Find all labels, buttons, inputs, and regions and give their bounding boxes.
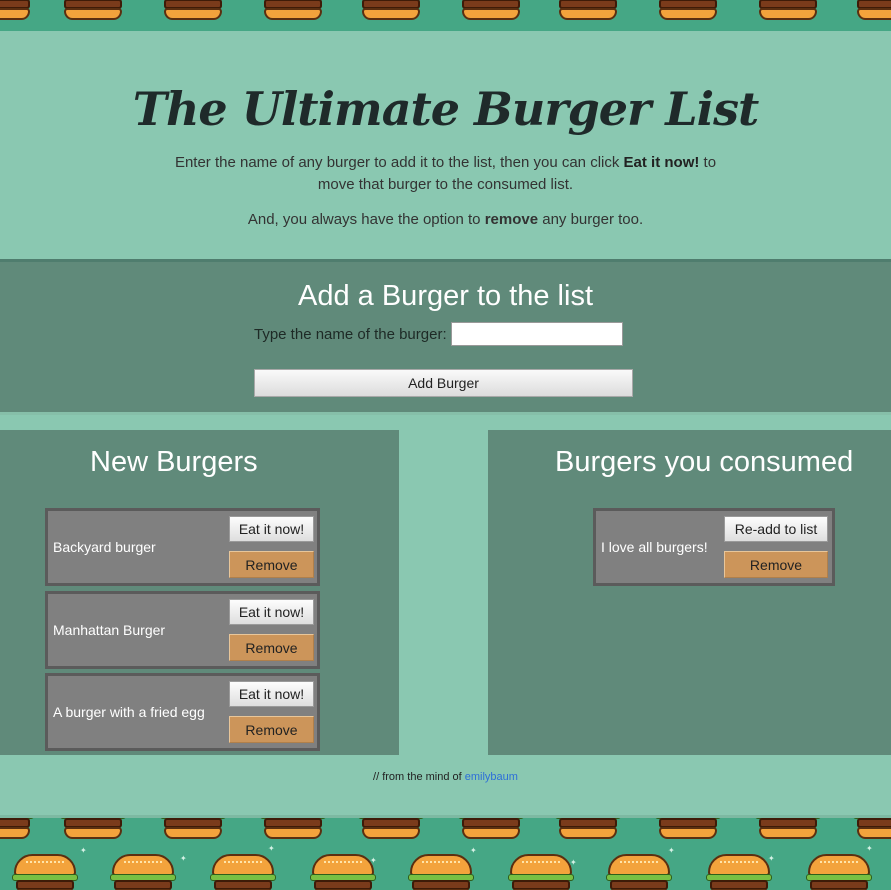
author-link[interactable]: emilybaum	[465, 771, 518, 783]
burger-icon	[855, 0, 891, 31]
sparkle-icon: ✦	[268, 844, 275, 853]
intro-text: Enter the name of any burger to add it t…	[166, 152, 726, 196]
footer-prefix: // from the mind of	[373, 771, 465, 783]
burger-name: Backyard burger	[53, 539, 156, 555]
burger-icon	[310, 854, 376, 890]
burger-pattern-top	[0, 0, 891, 31]
burger-card: A burger with a fried egg Eat it now! Re…	[45, 673, 320, 751]
remove-button[interactable]: Remove	[229, 551, 314, 578]
add-burger-button[interactable]: Add Burger	[254, 369, 633, 397]
sparkle-icon: ✦	[80, 846, 87, 855]
burger-icon	[508, 854, 574, 890]
burger-icon	[853, 818, 891, 850]
new-burgers-heading: New Burgers	[90, 446, 258, 478]
burger-icon	[162, 0, 224, 31]
page-title: The Ultimate Burger List	[132, 82, 759, 136]
consumed-burgers-panel: Burgers you consumed I love all burgers!…	[488, 430, 891, 755]
burger-icon	[0, 0, 32, 31]
burger-icon	[755, 818, 821, 850]
eat-it-now-button[interactable]: Eat it now!	[229, 681, 314, 707]
burger-icon	[360, 0, 422, 31]
sparkle-icon: ✦	[180, 854, 187, 863]
add-burger-section: Add a Burger to the list Type the name o…	[0, 262, 891, 412]
burger-icon	[62, 0, 124, 31]
burger-name-label: Type the name of the burger:	[254, 325, 447, 343]
burger-icon	[555, 818, 621, 850]
burger-icon	[110, 854, 176, 890]
burger-icon	[806, 854, 872, 890]
burger-icon	[0, 818, 34, 850]
sparkle-icon: ✦	[768, 854, 775, 863]
burger-icon	[460, 0, 522, 31]
intro-text-secondary: And, you always have the option to remov…	[0, 211, 891, 228]
remove-button[interactable]: Remove	[229, 634, 314, 661]
remove-button[interactable]: Remove	[724, 551, 828, 578]
sparkle-icon: ✦	[470, 846, 477, 855]
burger-lists: New Burgers Backyard burger Eat it now! …	[0, 415, 891, 755]
sparkle-icon: ✦	[866, 844, 873, 853]
burger-icon	[160, 818, 226, 850]
add-burger-heading: Add a Burger to the list	[298, 280, 593, 312]
page-header: The Ultimate Burger List Enter the name …	[0, 31, 891, 259]
intro-text-part: Enter the name of any burger to add it t…	[174, 154, 624, 171]
burger-card: Backyard burger Eat it now! Remove	[45, 508, 320, 586]
footer-credit: // from the mind of emilybaum	[0, 771, 891, 783]
burger-icon	[358, 818, 424, 850]
burger-icon	[655, 818, 721, 850]
burger-name-input[interactable]	[450, 322, 623, 346]
burger-icon	[60, 818, 126, 850]
consumed-burgers-heading: Burgers you consumed	[555, 446, 854, 478]
burger-icon	[657, 0, 719, 31]
burger-icon	[210, 854, 276, 890]
intro-text-part: And, you always have the option to	[247, 211, 485, 228]
new-burgers-panel: New Burgers Backyard burger Eat it now! …	[0, 430, 399, 755]
burger-pattern-bottom: ✦ ✦ ✦ ✦ ✦ ✦ ✦ ✦ ✦	[0, 818, 891, 890]
burger-name: Manhattan Burger	[53, 622, 166, 638]
intro-text-bold: remove	[484, 211, 539, 228]
burger-icon	[12, 854, 78, 890]
burger-name: I love all burgers!	[601, 539, 708, 555]
burger-icon	[757, 0, 819, 31]
burger-name: A burger with a fried egg	[53, 704, 205, 720]
remove-button[interactable]: Remove	[229, 716, 314, 743]
burger-icon	[606, 854, 672, 890]
burger-card: I love all burgers! Re-add to list Remov…	[593, 508, 835, 586]
sparkle-icon: ✦	[370, 856, 377, 865]
sparkle-icon: ✦	[570, 858, 577, 867]
sparkle-icon: ✦	[668, 846, 675, 855]
burger-card: Manhattan Burger Eat it now! Remove	[45, 591, 320, 669]
burger-icon	[557, 0, 619, 31]
burger-icon	[706, 854, 772, 890]
add-burger-row: Type the name of the burger:	[254, 320, 623, 348]
re-add-to-list-button[interactable]: Re-add to list	[724, 516, 828, 542]
intro-text-part: any burger too.	[538, 211, 644, 228]
page-footer: // from the mind of emilybaum	[0, 755, 891, 815]
eat-it-now-button[interactable]: Eat it now!	[229, 599, 314, 625]
intro-text-bold: Eat it now!	[623, 154, 700, 171]
burger-icon	[408, 854, 474, 890]
eat-it-now-button[interactable]: Eat it now!	[229, 516, 314, 542]
burger-icon	[262, 0, 324, 31]
